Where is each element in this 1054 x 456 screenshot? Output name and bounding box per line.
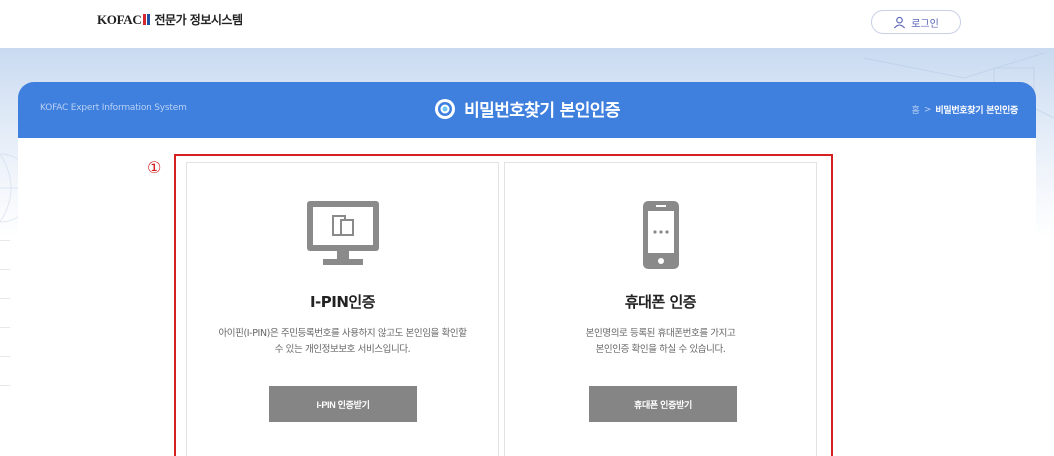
phone-card-title: 휴대폰 인증 (624, 293, 697, 311)
card-icon-wrap (187, 199, 498, 269)
ipin-desc-line-2: 수 있는 개인정보보호 서비스입니다. (274, 344, 411, 355)
ipin-auth-card: I-PIN인증 아이핀(I-PIN)은 주민등록번호를 사용하지 않고도 본인임… (186, 162, 499, 456)
logo-wordmark: KOFAC (97, 11, 142, 27)
ipin-card-description: 아이핀(I-PIN)은 주민등록번호를 사용하지 않고도 본인임을 확인할 수 … (197, 326, 488, 358)
page-title-text: 비밀번호찾기 본인인증 (464, 101, 620, 121)
breadcrumb-home[interactable]: 홈 (912, 103, 920, 116)
site-header: KOFAC 전문가 정보시스템 로그인 (0, 0, 1054, 48)
annotation-marker: ① (147, 158, 162, 177)
phone-desc-line-1: 본인명의로 등록된 휴대폰번호를 가지고 (585, 328, 736, 339)
phone-auth-button[interactable]: 휴대폰 인증받기 (589, 386, 737, 422)
target-circle-icon (435, 98, 456, 119)
logo-subtitle: 전문가 정보시스템 (154, 13, 243, 27)
user-icon (894, 16, 906, 28)
ipin-card-title: I-PIN인증 (309, 293, 376, 311)
breadcrumb-current: 비밀번호찾기 본인인증 (935, 106, 1018, 116)
phone-desc-line-2: 본인인증 확인을 하실 수 있습니다. (595, 344, 726, 355)
logo-mark-icon (143, 14, 151, 25)
page-title: 비밀번호찾기 본인인증 (18, 96, 1036, 121)
ipin-desc-line-1: 아이핀(I-PIN)은 주민등록번호를 사용하지 않고도 본인임을 확인할 (218, 328, 467, 339)
site-logo[interactable]: KOFAC 전문가 정보시스템 (97, 11, 243, 28)
monitor-icon (306, 201, 379, 265)
card-icon-wrap (505, 199, 816, 271)
phone-auth-card: 휴대폰 인증 본인명의로 등록된 휴대폰번호를 가지고 본인인증 확인을 하실 … (504, 162, 817, 456)
password-recovery-page: KOFAC 전문가 정보시스템 로그인 KOFAC Expert Informa… (0, 0, 1054, 456)
ipin-auth-button[interactable]: I-PIN 인증받기 (269, 386, 417, 422)
login-label: 로그인 (911, 18, 939, 30)
mobile-phone-icon (642, 201, 679, 269)
side-decoration (0, 240, 14, 440)
breadcrumb-separator: > (923, 104, 932, 115)
login-button[interactable]: 로그인 (871, 10, 961, 34)
phone-card-description: 본인명의로 등록된 휴대폰번호를 가지고 본인인증 확인을 하실 수 있습니다. (515, 326, 806, 358)
title-band: KOFAC Expert Information System 비밀번호찾기 본… (18, 82, 1036, 138)
breadcrumb: 홈 > 비밀번호찾기 본인인증 (912, 103, 1019, 117)
